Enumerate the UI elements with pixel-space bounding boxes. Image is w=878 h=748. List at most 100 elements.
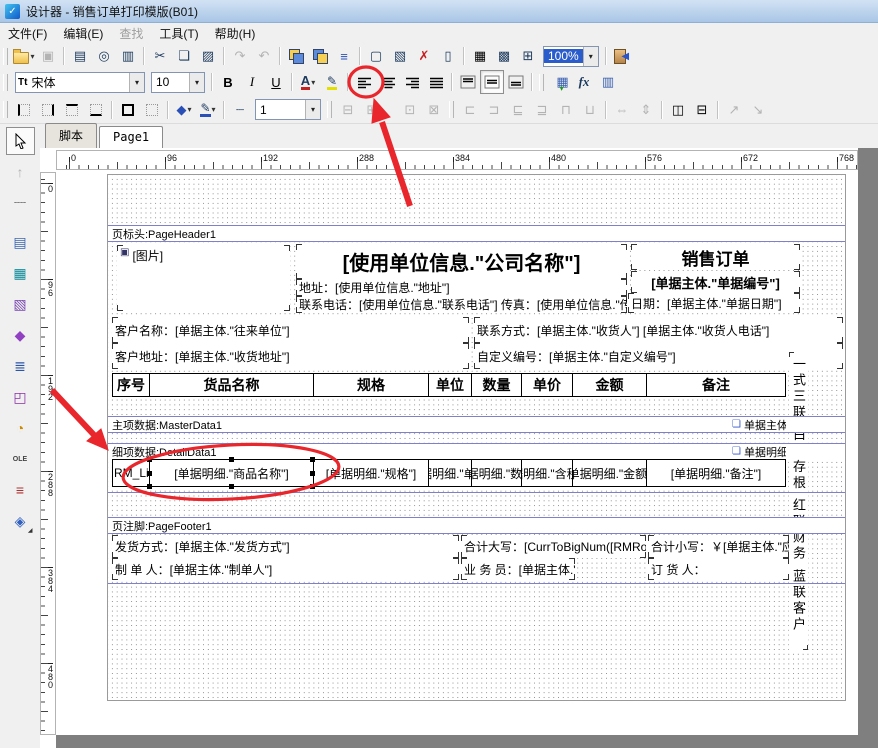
pointer-tool[interactable] bbox=[6, 127, 35, 155]
maker-field[interactable]: 制 单 人：[单据主体."制单人"] bbox=[112, 558, 459, 580]
contact-field[interactable]: 联系方式：[单据主体."收货人"] [单据主体."收货人电话"] bbox=[474, 317, 843, 343]
chevron-down-icon[interactable]: ▾ bbox=[583, 47, 598, 66]
band-master-data[interactable]: 主项数据:MasterData1 ❏单据主体 bbox=[108, 416, 845, 432]
font-color-button[interactable]: A▾ bbox=[296, 70, 320, 94]
font-size-select[interactable]: 10 ▾ bbox=[151, 72, 205, 93]
detail-cell-spec[interactable]: [单据明细."规格"] bbox=[313, 459, 429, 487]
col-header-name[interactable]: 货品名称 bbox=[149, 373, 314, 397]
print-preview-button[interactable]: ◎ bbox=[92, 44, 116, 68]
italic-button[interactable]: I bbox=[240, 70, 264, 94]
exit-button[interactable]: ◀ bbox=[610, 44, 634, 68]
chevron-down-icon[interactable]: ▾ bbox=[189, 73, 204, 92]
selection-handle[interactable] bbox=[310, 471, 315, 476]
send-to-back-button[interactable] bbox=[308, 44, 332, 68]
delete-page-button[interactable]: ✗ bbox=[412, 44, 436, 68]
col-header-price[interactable]: 单价 bbox=[521, 373, 573, 397]
align-justify-button[interactable] bbox=[424, 70, 448, 94]
line-tool[interactable]: ≡ bbox=[6, 476, 35, 504]
detail-cell-amount[interactable]: [单据明细."金额"] bbox=[572, 459, 647, 487]
richtext-tool[interactable]: ≣ bbox=[6, 352, 35, 380]
detail-cell-unit[interactable]: [单据明细."单位"] bbox=[428, 459, 472, 487]
valign-top-button[interactable] bbox=[456, 70, 480, 94]
border-left-button[interactable] bbox=[12, 98, 36, 122]
all-borders-button[interactable] bbox=[116, 98, 140, 122]
border-bottom-button[interactable] bbox=[84, 98, 108, 122]
data-dictionary-button[interactable]: ▥ bbox=[596, 70, 620, 94]
valign-middle-button[interactable] bbox=[480, 70, 504, 94]
bring-to-front-button[interactable] bbox=[284, 44, 308, 68]
selection-handle[interactable] bbox=[229, 457, 234, 462]
col-header-seq[interactable]: 序号 bbox=[112, 373, 150, 397]
border-top-button[interactable] bbox=[60, 98, 84, 122]
total-caps-field[interactable]: 合计大写：[CurrToBigNum([RMRound([单据主体."应收金额"… bbox=[461, 535, 646, 558]
chart-tool[interactable]: ◔ bbox=[6, 414, 35, 442]
line-width-select[interactable]: 1 ▾ bbox=[255, 99, 321, 120]
detail-cell-qty[interactable]: [单据明细."数量"] bbox=[471, 459, 522, 487]
show-grid-button[interactable]: ▦ bbox=[468, 44, 492, 68]
col-header-spec[interactable]: 规格 bbox=[313, 373, 429, 397]
selection-handle[interactable] bbox=[147, 457, 152, 462]
band-page-footer[interactable]: 页注脚:PageFooter1 bbox=[108, 517, 845, 533]
selection-handle[interactable] bbox=[147, 471, 152, 476]
menu-help[interactable]: 帮助(H) bbox=[207, 23, 264, 44]
object-list-button[interactable]: ≡ bbox=[332, 44, 356, 68]
label-tool[interactable]: ▤ bbox=[6, 228, 35, 256]
copies-strip-field[interactable]: 一式三联 白联存根 红联财务 蓝联客户 bbox=[789, 352, 808, 650]
salesman-field[interactable]: 业 务 员：[单据主体."业务员"] bbox=[461, 558, 575, 580]
doc-title-field[interactable]: 销售订单 bbox=[631, 244, 800, 270]
open-button[interactable]: ▾ bbox=[12, 44, 36, 68]
date-field[interactable]: 日期：[单据主体."单据日期"] bbox=[628, 293, 800, 313]
col-header-unit[interactable]: 单位 bbox=[428, 373, 472, 397]
activex-tool[interactable]: ◈◢ bbox=[6, 507, 35, 535]
total-small-field[interactable]: 合计小写：￥[单据主体."应收金额"] bbox=[648, 535, 789, 558]
col-header-qty[interactable]: 数量 bbox=[471, 373, 522, 397]
image-tool[interactable]: ▧ bbox=[6, 290, 35, 318]
align-center-button[interactable] bbox=[376, 70, 400, 94]
print-setup-button[interactable]: ▥ bbox=[116, 44, 140, 68]
custom-no-field[interactable]: 自定义编号：[单据主体."自定义编号"] bbox=[474, 343, 843, 369]
subreport-tool[interactable]: ◰ bbox=[6, 383, 35, 411]
bold-button[interactable]: B bbox=[216, 70, 240, 94]
customer-address-field[interactable]: 客户地址：[单据主体."收货地址"] bbox=[112, 343, 469, 369]
image-placeholder[interactable]: ▣[图片] bbox=[117, 245, 290, 311]
detail-cell-seq[interactable]: RM_Li bbox=[112, 459, 150, 487]
valign-bottom-button[interactable] bbox=[504, 70, 528, 94]
band-tool[interactable]: ┄┄ bbox=[6, 189, 35, 217]
menu-edit[interactable]: 编辑(E) bbox=[55, 23, 111, 44]
tab-page1[interactable]: Page1 bbox=[99, 126, 163, 148]
insert-data-field-button[interactable]: ▦▾ bbox=[548, 70, 572, 94]
font-family-select[interactable]: Tt 宋体 ▾ bbox=[15, 72, 145, 93]
band-page-header[interactable]: 页标头:PageHeader1 bbox=[108, 225, 845, 241]
band-detail-data[interactable]: 细项数据:DetailData1 ❏单据明细 bbox=[108, 443, 845, 459]
order-no-field[interactable]: [单据主体."单据编号"] bbox=[631, 271, 800, 293]
selection-handle[interactable] bbox=[310, 457, 315, 462]
chevron-down-icon[interactable]: ▾ bbox=[129, 73, 144, 92]
copy-button[interactable]: ❏ bbox=[172, 44, 196, 68]
paste-button[interactable]: ▨ bbox=[196, 44, 220, 68]
chevron-down-icon[interactable]: ▾ bbox=[305, 100, 320, 119]
underline-button[interactable]: U bbox=[264, 70, 288, 94]
align-left-button[interactable] bbox=[352, 70, 376, 94]
field-tool[interactable]: ▦ bbox=[6, 259, 35, 287]
no-borders-button[interactable] bbox=[140, 98, 164, 122]
highlight-color-button[interactable]: ✎ bbox=[320, 70, 344, 94]
align-right-button[interactable] bbox=[400, 70, 424, 94]
menu-tools[interactable]: 工具(T) bbox=[151, 23, 206, 44]
col-header-amount[interactable]: 金额 bbox=[572, 373, 647, 397]
col-header-remark[interactable]: 备注 bbox=[646, 373, 786, 397]
detail-cell-price[interactable]: [单据明细."含税价"] bbox=[521, 459, 573, 487]
phone-fax-field[interactable]: 联系电话：[使用单位信息."联系电话"] 传真：[使用单位信息."传真"] bbox=[296, 296, 627, 313]
tab-script[interactable]: 脚本 bbox=[45, 123, 97, 148]
snap-to-grid-button[interactable]: ▩ bbox=[492, 44, 516, 68]
detail-cell-product-name[interactable]: [单据明细."商品名称"] bbox=[149, 459, 314, 487]
detail-cell-remark[interactable]: [单据明细."备注"] bbox=[646, 459, 786, 487]
cut-button[interactable]: ✂ bbox=[148, 44, 172, 68]
selection-handle[interactable] bbox=[229, 484, 234, 489]
same-height-button[interactable]: ⊟ bbox=[690, 98, 714, 122]
zoom-select[interactable]: 100% ▾ bbox=[543, 46, 599, 67]
orderer-field[interactable]: 订 货 人： bbox=[648, 558, 789, 580]
blank-page-button[interactable]: ▯ bbox=[436, 44, 460, 68]
line-color-button[interactable]: ✎▾ bbox=[196, 98, 220, 122]
ole-tool[interactable]: OLE bbox=[6, 445, 35, 473]
new-dialog-button[interactable]: ▧ bbox=[388, 44, 412, 68]
